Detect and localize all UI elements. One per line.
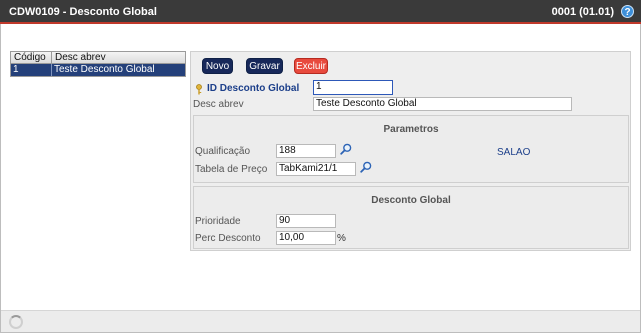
tabela-preco-label: Tabela de Preço bbox=[195, 164, 268, 175]
perc-desconto-field[interactable]: 10,00 bbox=[276, 231, 336, 245]
search-icon[interactable] bbox=[360, 161, 372, 173]
id-desconto-field[interactable]: 1 bbox=[313, 80, 393, 95]
perc-desconto-label: Perc Desconto bbox=[195, 233, 261, 244]
grid-header: Código Desc abrev bbox=[11, 52, 185, 64]
search-icon[interactable] bbox=[340, 143, 352, 155]
desc-abrev-field[interactable]: Teste Desconto Global bbox=[313, 97, 572, 111]
excluir-button[interactable]: Excluir bbox=[294, 58, 328, 74]
novo-button[interactable]: Novo bbox=[202, 58, 233, 74]
qualificacao-label: Qualificação bbox=[195, 146, 251, 157]
percent-unit: % bbox=[337, 233, 346, 244]
title-bar: CDW0109 - Desconto Global 0001 (01.01) ? bbox=[0, 0, 641, 24]
window-title: CDW0109 - Desconto Global bbox=[9, 6, 157, 18]
gravar-button[interactable]: Gravar bbox=[246, 58, 283, 74]
qualificacao-field[interactable]: 188 bbox=[276, 144, 336, 158]
cell-desc-abrev: Teste Desconto Global bbox=[54, 64, 155, 75]
help-icon[interactable]: ? bbox=[621, 5, 634, 18]
status-bar bbox=[1, 310, 640, 332]
desconto-global-title: Desconto Global bbox=[371, 195, 451, 206]
tabela-preco-field[interactable]: TabKami21/1 bbox=[276, 162, 356, 176]
spinner-icon bbox=[9, 315, 23, 329]
prioridade-label: Prioridade bbox=[195, 216, 241, 227]
desc-abrev-label: Desc abrev bbox=[193, 99, 244, 110]
prioridade-field[interactable]: 90 bbox=[276, 214, 336, 228]
records-grid: Código Desc abrev 1 Teste Desconto Globa… bbox=[10, 51, 186, 77]
table-row[interactable]: 1 Teste Desconto Global bbox=[11, 64, 185, 76]
column-header-codigo[interactable]: Código bbox=[11, 52, 52, 63]
qualificacao-description: SALAO bbox=[497, 147, 531, 158]
parametros-title: Parametros bbox=[383, 124, 439, 135]
key-icon bbox=[196, 84, 202, 95]
version-label: 0001 (01.01) bbox=[551, 6, 614, 18]
id-desconto-label: ID Desconto Global bbox=[207, 83, 300, 94]
column-header-desc-abrev[interactable]: Desc abrev bbox=[52, 52, 106, 63]
cell-codigo: 1 bbox=[11, 64, 52, 76]
